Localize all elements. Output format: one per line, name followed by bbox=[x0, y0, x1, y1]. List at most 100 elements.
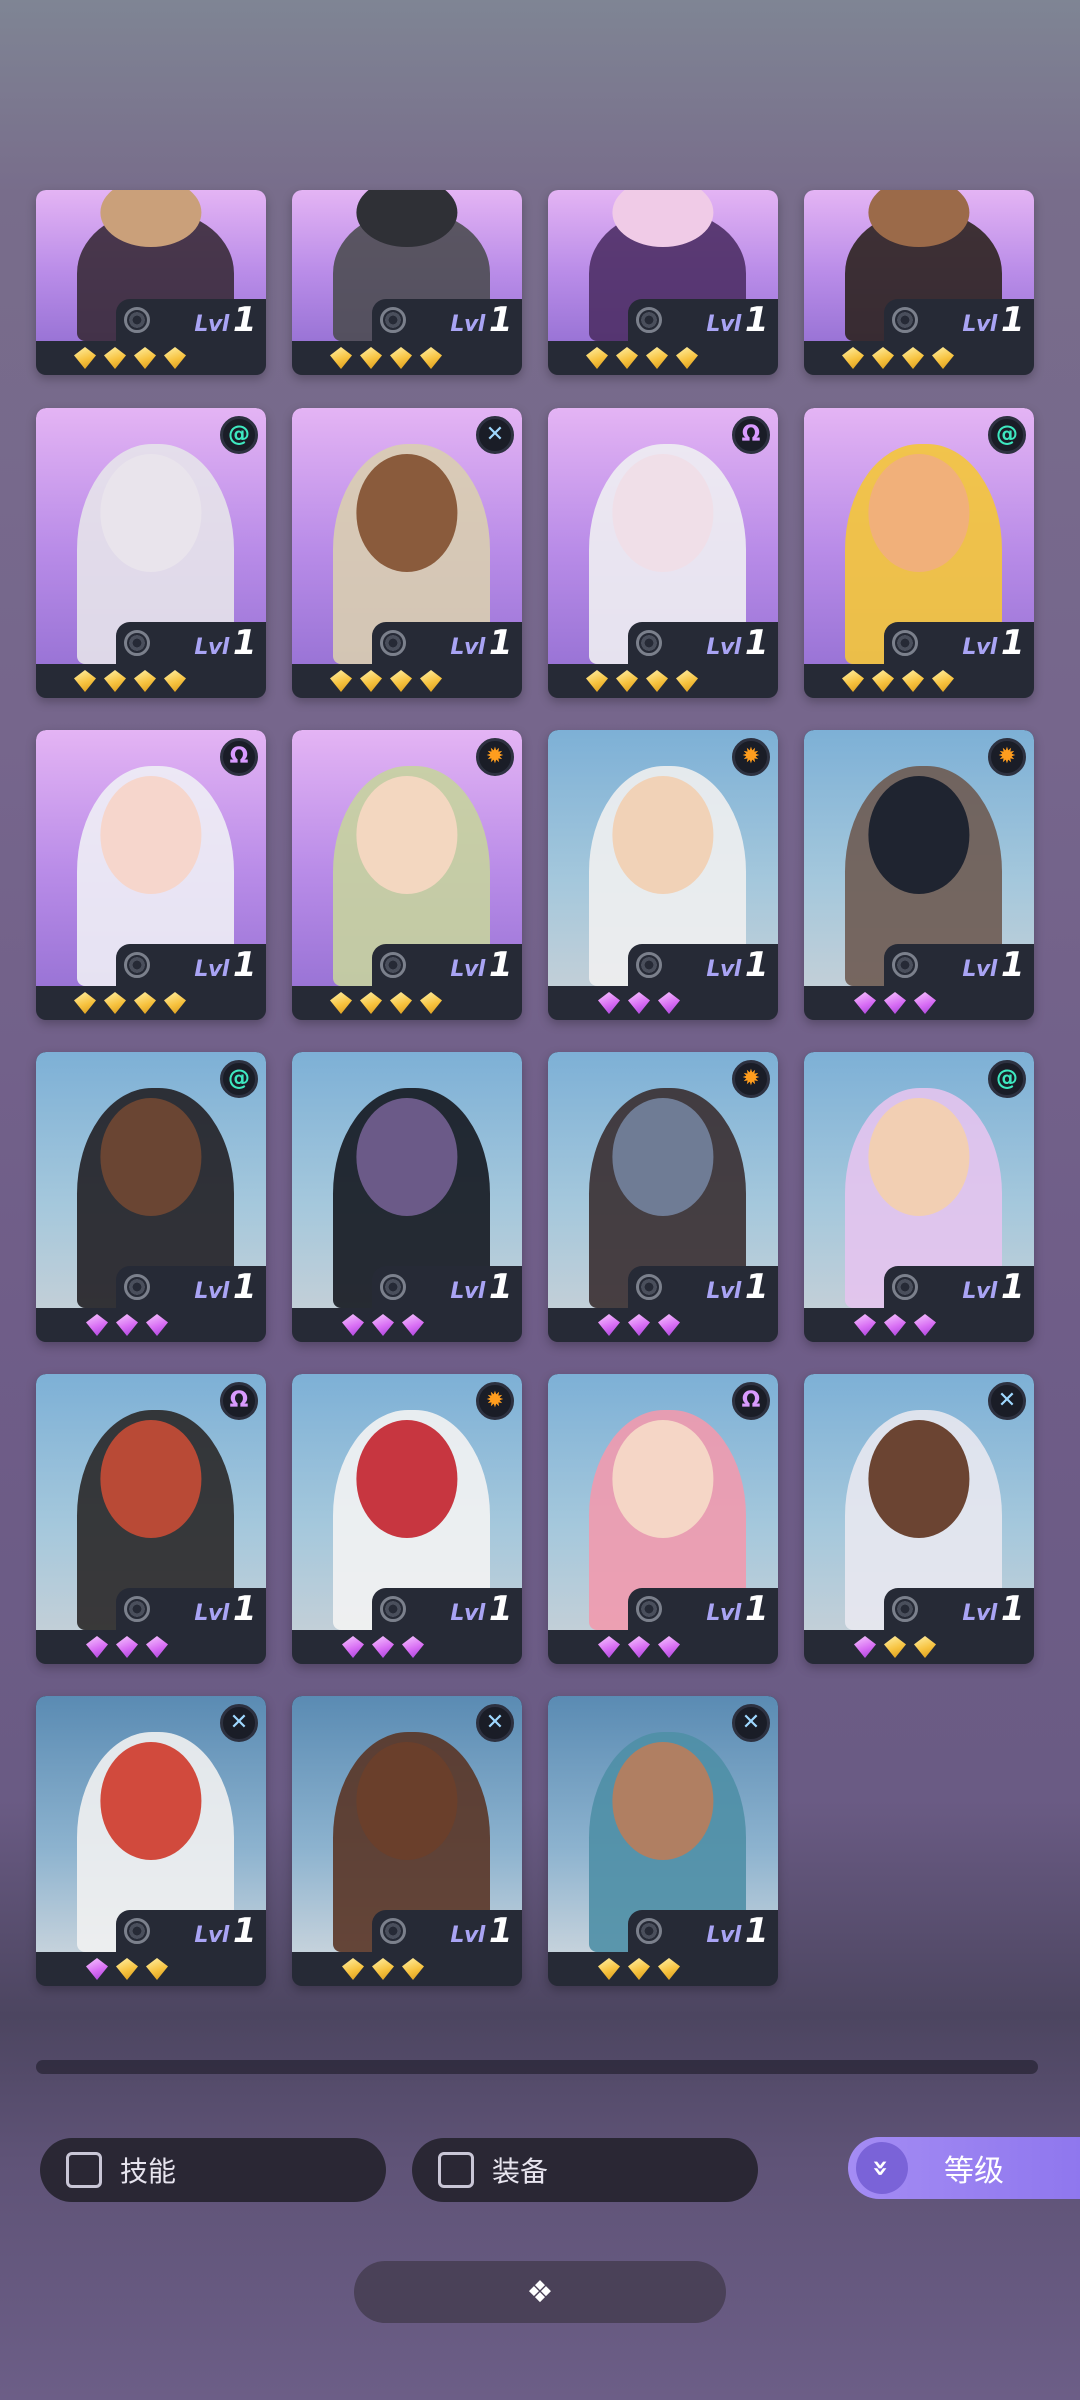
gold-star-gem-icon bbox=[134, 347, 156, 369]
hero-card[interactable]: ✕ Lvl 1 bbox=[804, 1374, 1034, 1664]
hero-card[interactable]: @ Lvl 1 bbox=[36, 1052, 266, 1342]
hero-card[interactable]: Lvl 1 bbox=[548, 190, 778, 375]
hero-card[interactable]: Ω Lvl 1 bbox=[36, 1374, 266, 1664]
level-bar: Lvl 1 bbox=[628, 1266, 778, 1308]
level-number: 1 bbox=[744, 1911, 769, 1951]
purple-star-gem-icon bbox=[342, 1636, 364, 1658]
gold-star-gem-icon bbox=[390, 670, 412, 692]
star-rating bbox=[804, 664, 1034, 698]
purple-star-gem-icon bbox=[598, 1314, 620, 1336]
gold-star-gem-icon bbox=[360, 347, 382, 369]
level-prefix: Lvl bbox=[450, 1601, 485, 1626]
hero-card[interactable]: Lvl 1 bbox=[36, 190, 266, 375]
level-number: 1 bbox=[744, 623, 769, 663]
level-number: 1 bbox=[488, 1267, 513, 1307]
sort-label: 等级 bbox=[944, 2154, 1004, 2189]
gold-star-gem-icon bbox=[390, 347, 412, 369]
gold-star-gem-icon bbox=[420, 670, 442, 692]
gold-star-gem-icon bbox=[330, 992, 352, 1014]
hero-face bbox=[356, 454, 458, 572]
hero-card[interactable]: ✹ Lvl 1 bbox=[804, 730, 1034, 1020]
hero-card[interactable]: ✕ Lvl 1 bbox=[36, 1696, 266, 1986]
omega-faction-icon: Ω bbox=[732, 416, 770, 454]
purple-star-gem-icon bbox=[116, 1314, 138, 1336]
equipment-filter-toggle[interactable]: 装备 bbox=[412, 2138, 758, 2202]
hero-card[interactable]: @ Lvl 1 bbox=[804, 1052, 1034, 1342]
purple-star-gem-icon bbox=[854, 1314, 876, 1336]
level-prefix: Lvl bbox=[962, 312, 997, 337]
purple-star-gem-icon bbox=[402, 1636, 424, 1658]
scrollbar-track[interactable] bbox=[36, 2060, 1038, 2074]
level-prefix: Lvl bbox=[194, 957, 229, 982]
aperture-icon bbox=[636, 1596, 662, 1622]
hero-card[interactable]: ✹ Lvl 1 bbox=[292, 730, 522, 1020]
level-number: 1 bbox=[1000, 1589, 1025, 1629]
star-rating bbox=[36, 341, 266, 375]
level-number: 1 bbox=[744, 300, 769, 340]
hero-card[interactable]: Ω Lvl 1 bbox=[36, 730, 266, 1020]
level-number: 1 bbox=[488, 1911, 513, 1951]
hero-card[interactable]: @ Lvl 1 bbox=[36, 408, 266, 698]
level-bar: Lvl 1 bbox=[116, 1588, 266, 1630]
hero-card[interactable]: ✹ Lvl 1 bbox=[548, 730, 778, 1020]
aperture-icon bbox=[636, 952, 662, 978]
level-bar: Lvl 1 bbox=[372, 1588, 522, 1630]
gold-star-gem-icon bbox=[360, 992, 382, 1014]
level-label: Lvl 1 bbox=[194, 300, 256, 340]
level-bar: Lvl 1 bbox=[628, 1910, 778, 1952]
hero-card[interactable]: Lvl 1 bbox=[804, 190, 1034, 375]
hero-card[interactable]: ✹ Lvl 1 bbox=[548, 1052, 778, 1342]
level-bar: Lvl 1 bbox=[372, 1910, 522, 1952]
gold-star-gem-icon bbox=[402, 1958, 424, 1980]
skills-checkbox[interactable] bbox=[66, 2152, 102, 2188]
gold-star-gem-icon bbox=[628, 1958, 650, 1980]
spiral-faction-icon: @ bbox=[220, 1060, 258, 1098]
aperture-icon bbox=[892, 952, 918, 978]
level-prefix: Lvl bbox=[706, 1279, 741, 1304]
level-label: Lvl 1 bbox=[450, 623, 512, 663]
sort-by-level-button[interactable]: » 等级 bbox=[848, 2137, 1080, 2199]
level-bar: Lvl 1 bbox=[116, 622, 266, 664]
hero-card[interactable]: Ω Lvl 1 bbox=[548, 1374, 778, 1664]
hero-card[interactable]: ✕ Lvl 1 bbox=[292, 408, 522, 698]
collapse-panel-button[interactable]: ❖ bbox=[354, 2261, 726, 2323]
purple-star-gem-icon bbox=[854, 992, 876, 1014]
hero-face bbox=[356, 1098, 458, 1216]
level-prefix: Lvl bbox=[450, 1923, 485, 1948]
gold-star-gem-icon bbox=[586, 347, 608, 369]
hero-card[interactable]: @ Lvl 1 bbox=[804, 408, 1034, 698]
star-rating bbox=[292, 341, 522, 375]
gold-star-gem-icon bbox=[164, 347, 186, 369]
level-label: Lvl 1 bbox=[962, 945, 1024, 985]
level-label: Lvl 1 bbox=[706, 1911, 768, 1951]
gold-star-gem-icon bbox=[646, 670, 668, 692]
level-number: 1 bbox=[232, 1267, 257, 1307]
star-rating bbox=[292, 664, 522, 698]
hero-card[interactable]: ✹ Lvl 1 bbox=[292, 1374, 522, 1664]
purple-star-gem-icon bbox=[342, 1314, 364, 1336]
purple-star-gem-icon bbox=[658, 1314, 680, 1336]
level-label: Lvl 1 bbox=[194, 945, 256, 985]
equipment-filter-label: 装备 bbox=[492, 2155, 549, 2188]
gold-star-gem-icon bbox=[914, 1636, 936, 1658]
level-number: 1 bbox=[1000, 623, 1025, 663]
hero-card[interactable]: Ω Lvl 1 bbox=[548, 408, 778, 698]
equipment-checkbox[interactable] bbox=[438, 2152, 474, 2188]
hero-face bbox=[356, 776, 458, 894]
hero-face bbox=[356, 1420, 458, 1538]
level-number: 1 bbox=[488, 945, 513, 985]
cross-faction-icon: ✕ bbox=[220, 1704, 258, 1742]
level-bar: Lvl 1 bbox=[628, 944, 778, 986]
star-rating bbox=[292, 986, 522, 1020]
star-rating bbox=[36, 986, 266, 1020]
level-number: 1 bbox=[232, 1911, 257, 1951]
aperture-icon bbox=[380, 1274, 406, 1300]
hero-card[interactable]: ✕ Lvl 1 bbox=[292, 1696, 522, 1986]
gold-star-gem-icon bbox=[676, 670, 698, 692]
hero-card[interactable]: Lvl 1 bbox=[292, 1052, 522, 1342]
hero-card[interactable]: Lvl 1 bbox=[292, 190, 522, 375]
hero-face bbox=[868, 776, 970, 894]
skills-filter-toggle[interactable]: 技能 bbox=[40, 2138, 386, 2202]
level-label: Lvl 1 bbox=[962, 1589, 1024, 1629]
hero-card[interactable]: ✕ Lvl 1 bbox=[548, 1696, 778, 1986]
